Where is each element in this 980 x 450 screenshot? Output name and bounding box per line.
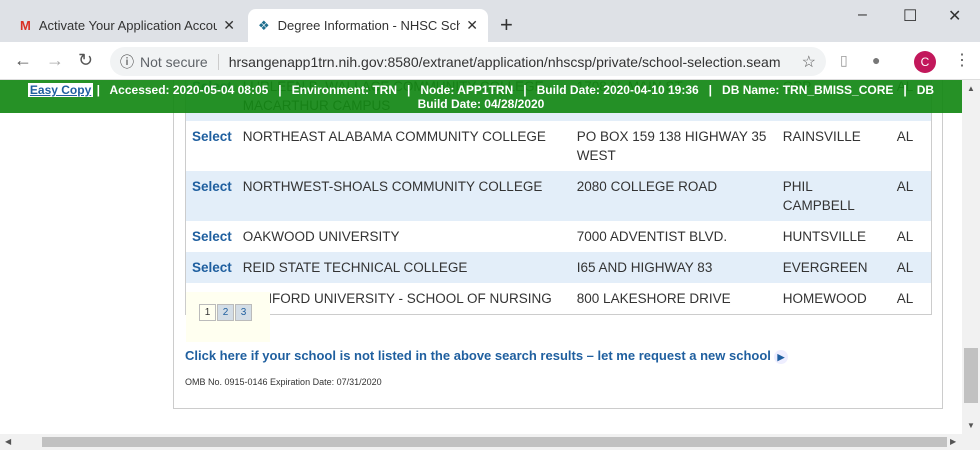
maximize-button[interactable]: ☐ [903, 6, 917, 26]
table-row: Select OAKWOOD UNIVERSITY 7000 ADVENTIST B… [186, 221, 932, 252]
school-address: 800 LAKESHORE DRIVE [576, 291, 731, 306]
back-icon[interactable]: ← [14, 50, 32, 71]
school-name: NORTHEAST ALABAMA COMMUNITY COLLEGE [242, 129, 546, 144]
horizontal-scroll-thumb[interactable] [42, 437, 947, 447]
school-state: AL [896, 179, 914, 194]
reload-icon[interactable]: ↻ [78, 50, 93, 71]
school-address: 2080 COLLEGE ROAD [576, 179, 718, 194]
page-1[interactable]: 1 [199, 304, 216, 321]
horizontal-scrollbar[interactable]: ◀ ▶ [0, 434, 980, 450]
request-new-school-link[interactable]: Click here if your school is not listed … [185, 348, 788, 364]
tab-bar: M Activate Your Application Account ✕ ❖ … [0, 0, 980, 42]
page-3[interactable]: 3 [235, 304, 252, 321]
school-name: SAMFORD UNIVERSITY - SCHOOL OF NURSING [242, 291, 552, 306]
school-state: AL [896, 291, 914, 306]
select-link[interactable]: Select [186, 171, 237, 221]
tab-degree-information[interactable]: ❖ Degree Information - NHSC School Selec… [248, 9, 488, 42]
school-name: OAKWOOD UNIVERSITY [242, 229, 400, 244]
school-state: AL [896, 129, 914, 144]
select-link[interactable]: Select [186, 121, 237, 171]
omb-notice: OMB No. 0915-0146 Expiration Date: 07/31… [185, 377, 382, 387]
menu-icon[interactable]: ⋮ [954, 50, 970, 70]
close-tab-icon[interactable]: ✕ [466, 17, 478, 34]
extension-circle-icon[interactable]: ● [872, 52, 880, 68]
bookmark-star-icon[interactable]: ☆ [802, 52, 816, 72]
environment-banner: Easy Copy | Accessed: 2020-05-04 08:05 |… [0, 80, 962, 113]
play-arrow-icon: ▶ [773, 350, 788, 364]
select-link[interactable]: Select [186, 252, 237, 283]
forward-icon[interactable]: → [46, 50, 64, 71]
pagination: 123 [186, 292, 270, 342]
school-results-table: SelectLURLEEN B. WALLACE COMMUNITY COLLE… [185, 80, 932, 315]
school-city: HUNTSVILLE [782, 229, 867, 244]
vertical-scroll-thumb[interactable] [964, 348, 978, 403]
close-tab-icon[interactable]: ✕ [223, 17, 235, 34]
new-tab-button[interactable]: + [500, 12, 513, 38]
school-state: AL [896, 260, 914, 275]
minimize-button[interactable]: – [858, 6, 867, 24]
school-state: AL [896, 229, 914, 244]
school-city: PHIL CAMPBELL [782, 179, 855, 213]
nhsc-icon: ❖ [258, 17, 270, 33]
school-selection-panel: SelectLURLEEN B. WALLACE COMMUNITY COLLE… [173, 80, 943, 409]
school-city: RAINSVILLE [782, 129, 861, 144]
info-icon: ⓘ [120, 53, 134, 70]
gmail-icon: M [20, 18, 31, 33]
school-name: REID STATE TECHNICAL COLLEGE [242, 260, 468, 275]
school-city: HOMEWOOD [782, 291, 867, 306]
select-link[interactable]: Select [186, 221, 237, 252]
school-city: EVERGREEN [782, 260, 868, 275]
close-window-button[interactable]: ✕ [948, 6, 961, 26]
school-address: I65 AND HIGHWAY 83 [576, 260, 713, 275]
table-row: SelectSAMFORD UNIVERSITY - SCHOOL OF NUR… [186, 283, 932, 315]
school-address: PO BOX 159 138 HIGHWAY 35 WEST [576, 129, 767, 163]
table-row: Select REID STATE TECHNICAL COLLEGE I65 AN… [185, 252, 932, 283]
school-name: NORTHWEST-SHOALS COMMUNITY COLLEGE [242, 179, 543, 194]
vertical-scrollbar[interactable]: ▲ ▼ [962, 80, 980, 434]
extension-icon[interactable]: ▯ [840, 52, 848, 69]
easy-copy-link[interactable]: Easy Copy [27, 83, 94, 97]
tab-gmail[interactable]: M Activate Your Application Account ✕ [10, 9, 245, 42]
avatar[interactable]: C [914, 51, 936, 73]
browser-toolbar: ← → ↻ ⓘ Not secure hrsangenapp1trn.nih.g… [0, 42, 980, 80]
url-text: hrsangenapp1trn.nih.gov:8580/extranet/ap… [228, 53, 781, 70]
table-row: Select NORTHEAST ALABAMA COMMUNITY COLLEG… [186, 121, 932, 171]
table-row: Select NORTHWEST-SHOALS COMMUNITY COLLEGE… [185, 171, 932, 221]
page-content: SelectLURLEEN B. WALLACE COMMUNITY COLLE… [0, 80, 962, 434]
page-2[interactable]: 2 [217, 304, 234, 321]
school-address: 7000 ADVENTIST BLVD. [576, 229, 728, 244]
address-bar[interactable]: ⓘ Not secure hrsangenapp1trn.nih.gov:858… [110, 47, 826, 76]
